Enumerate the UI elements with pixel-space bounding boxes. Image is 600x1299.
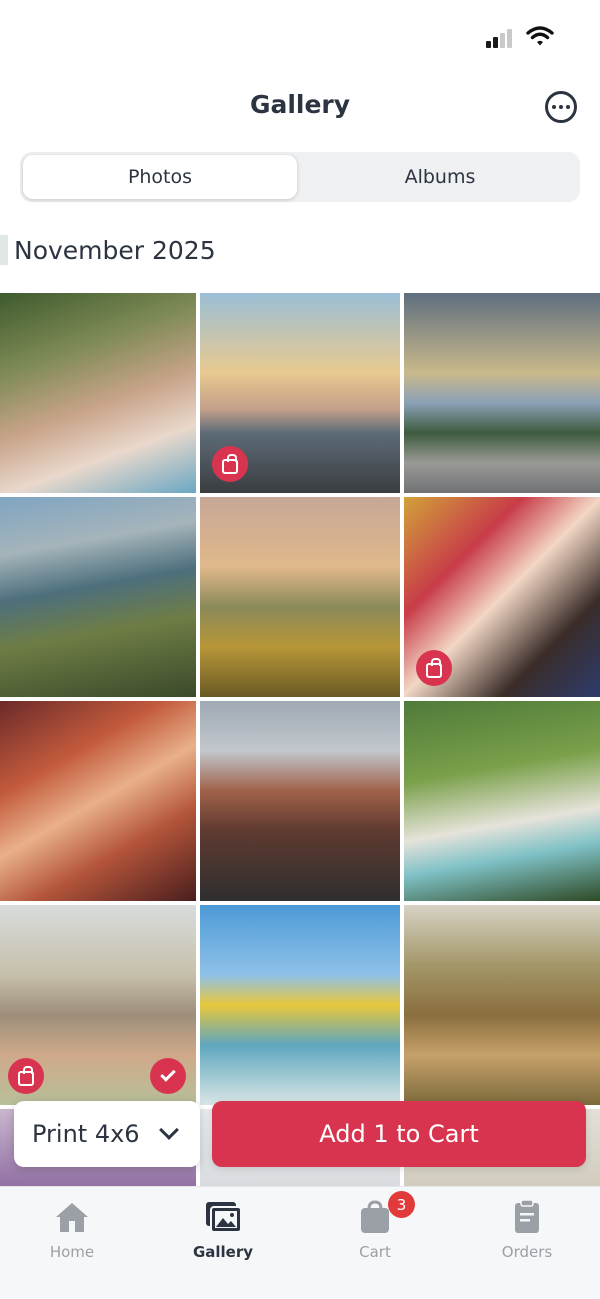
tab-home[interactable]: Home bbox=[0, 1187, 147, 1277]
shopping-bag-icon bbox=[426, 657, 442, 678]
checkmark-icon bbox=[160, 1066, 176, 1082]
photo-thumbnail[interactable] bbox=[200, 497, 400, 697]
section-date-header: November 2025 bbox=[14, 236, 216, 265]
print-bag-badge bbox=[416, 650, 452, 686]
print-size-select[interactable]: Print 4x6 bbox=[14, 1101, 200, 1167]
tab-gallery-label: Gallery bbox=[192, 1243, 254, 1261]
shopping-bag-icon bbox=[18, 1065, 34, 1086]
page-title: Gallery bbox=[249, 90, 351, 119]
photo-thumbnail[interactable] bbox=[200, 905, 400, 1105]
shopping-bag-icon bbox=[222, 453, 238, 474]
tab-cart-label: Cart bbox=[359, 1243, 391, 1261]
tab-cart[interactable]: Cart bbox=[300, 1187, 450, 1277]
photo-thumbnail[interactable] bbox=[404, 497, 600, 697]
gallery-icon bbox=[206, 1202, 242, 1233]
print-bag-badge bbox=[212, 446, 248, 482]
photo-thumbnail[interactable] bbox=[0, 905, 196, 1105]
status-bar bbox=[0, 0, 600, 70]
tab-albums[interactable]: Albums bbox=[303, 155, 577, 199]
print-size-label: Print 4x6 bbox=[32, 1120, 140, 1148]
more-horizontal-icon bbox=[552, 105, 556, 109]
photo-thumbnail[interactable] bbox=[404, 293, 600, 493]
more-options-button[interactable] bbox=[545, 91, 577, 123]
photo-grid bbox=[0, 293, 600, 1193]
bottom-tab-bar: Home Gallery Cart Orders bbox=[0, 1186, 600, 1299]
tab-photos[interactable]: Photos bbox=[23, 155, 297, 199]
photo-thumbnail[interactable] bbox=[200, 293, 400, 493]
chevron-down-icon bbox=[159, 1120, 179, 1140]
cellular-signal-icon bbox=[486, 28, 518, 48]
photo-thumbnail[interactable] bbox=[200, 701, 400, 901]
cart-count-badge: 3 bbox=[388, 1191, 415, 1218]
wifi-icon bbox=[526, 26, 554, 46]
section-accent-bar bbox=[0, 235, 8, 265]
add-to-cart-button[interactable]: Add 1 to Cart bbox=[212, 1101, 586, 1167]
orders-icon bbox=[515, 1199, 539, 1233]
home-icon bbox=[56, 1203, 88, 1232]
photo-thumbnail[interactable] bbox=[0, 497, 196, 697]
print-bag-badge bbox=[8, 1058, 44, 1094]
tab-home-label: Home bbox=[49, 1243, 95, 1261]
photo-thumbnail[interactable] bbox=[0, 701, 196, 901]
photo-thumbnail[interactable] bbox=[404, 905, 600, 1105]
view-segmented-control: Photos Albums bbox=[20, 152, 580, 202]
tab-orders[interactable]: Orders bbox=[452, 1187, 600, 1277]
tab-gallery[interactable]: Gallery bbox=[148, 1187, 298, 1277]
tab-orders-label: Orders bbox=[501, 1243, 553, 1261]
photo-thumbnail[interactable] bbox=[0, 293, 196, 493]
selected-check-badge bbox=[150, 1058, 186, 1094]
photo-thumbnail[interactable] bbox=[404, 701, 600, 901]
